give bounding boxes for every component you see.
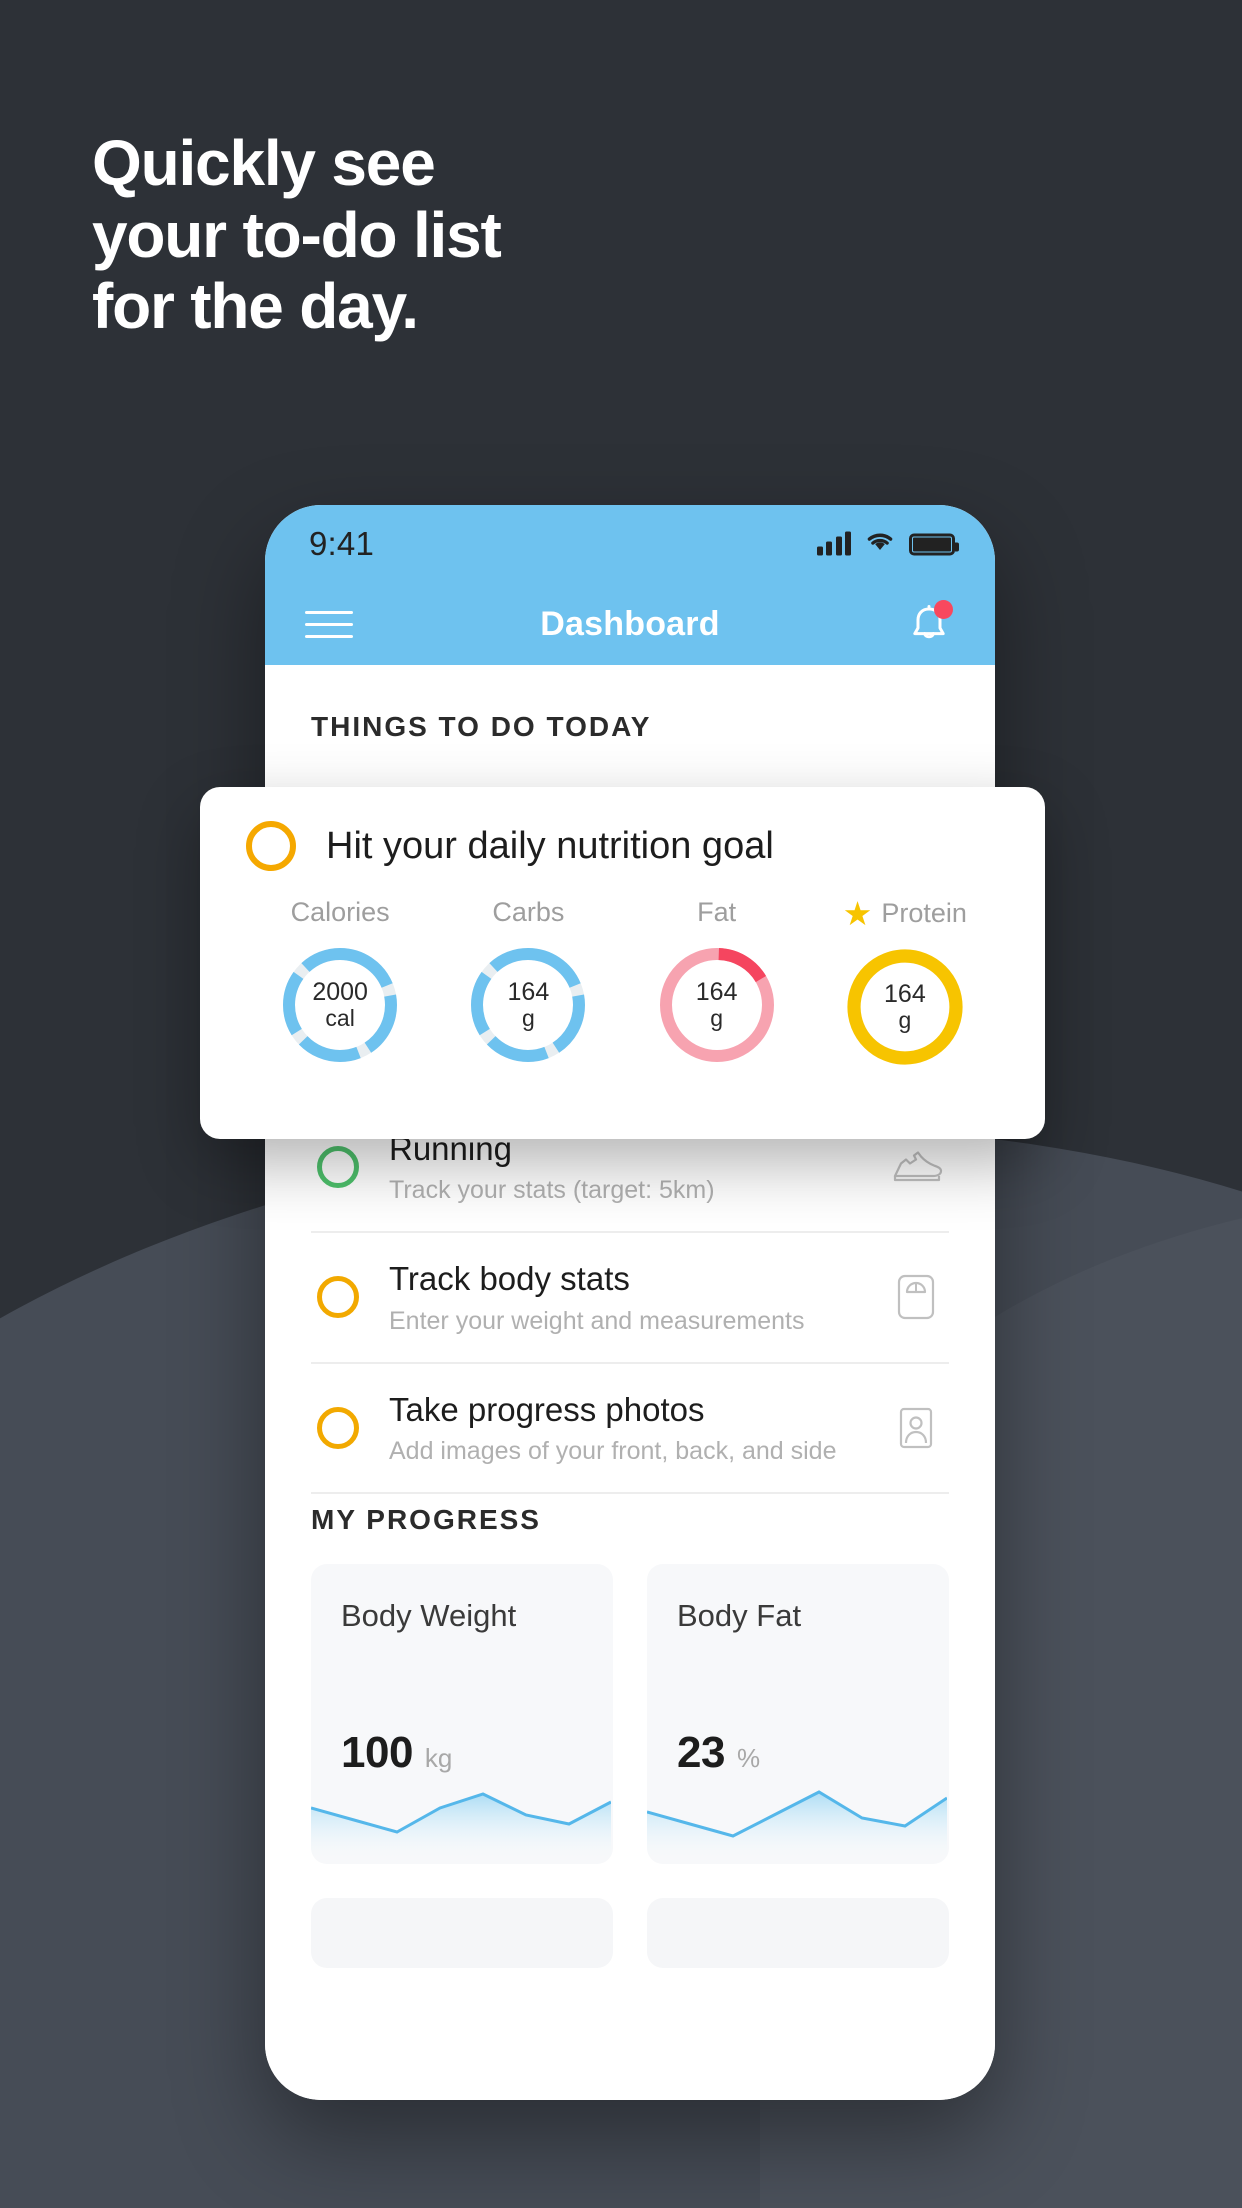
progress-card-title: Body Weight (341, 1597, 517, 1633)
app-bar: Dashboard (265, 583, 995, 665)
todo-checkbox-icon[interactable] (317, 1406, 359, 1449)
metric-value: 164 (884, 980, 926, 1009)
wifi-icon (865, 530, 895, 559)
metric-unit: g (898, 1007, 912, 1034)
cellular-bars-icon (816, 531, 851, 556)
progress-card-partial[interactable] (311, 1897, 613, 1968)
donut-value-group: 2000 cal (277, 942, 403, 1068)
list-item-subtitle: Add images of your front, back, and side (389, 1436, 837, 1465)
list-item-title: Take progress photos (389, 1390, 705, 1428)
hamburger-menu-icon[interactable] (305, 610, 353, 638)
progress-card-unit: % (736, 1742, 761, 1773)
metric-label-row: Fat (697, 897, 736, 928)
nutrition-metric-calories[interactable]: Calories 2000 cal (246, 897, 434, 1070)
metric-label: Calories (290, 897, 390, 927)
person-photo-icon (887, 1399, 945, 1457)
headline-line-1: Quickly see (92, 127, 436, 199)
headline-line-2: your to-do list (92, 198, 502, 271)
progress-card-value-group: 23 % (677, 1728, 760, 1778)
nutrition-card-header: Hit your daily nutrition goal (246, 821, 999, 871)
nutrition-metric-carbs[interactable]: Carbs 164 g (434, 897, 622, 1070)
list-item[interactable]: Track body stats Enter your weight and m… (311, 1233, 949, 1364)
progress-card-value-group: 100 kg (341, 1728, 452, 1778)
notification-badge (934, 600, 953, 619)
nutrition-metric-protein[interactable]: ★ Protein 164 g (811, 897, 999, 1070)
donut-value-group: 164 g (465, 942, 591, 1068)
todo-checkbox-icon[interactable] (317, 1146, 359, 1189)
metric-value: 2000 (312, 978, 368, 1007)
list-item-subtitle: Enter your weight and measurements (389, 1306, 805, 1335)
progress-card-body-fat[interactable]: Body Fat 23 % (647, 1563, 949, 1864)
metric-label: Carbs (492, 897, 565, 927)
nutrition-goal-card[interactable]: Hit your daily nutrition goal Calories 2… (200, 787, 1045, 1139)
nutrition-metric-fat[interactable]: Fat 164 g (623, 897, 811, 1070)
todo-list: Running Track your stats (target: 5km) T… (311, 1103, 949, 1494)
status-bar: 9:41 (265, 505, 995, 583)
phone-mockup: 9:41 Dashboard THINGS TO DO TODAY Runnin… (265, 505, 995, 2100)
donut-chart-protein: 164 g (842, 944, 968, 1070)
metric-label-row: Calories (291, 897, 390, 928)
metric-unit: g (710, 1005, 724, 1032)
section-title-progress: MY PROGRESS (311, 1503, 541, 1535)
donut-chart-carbs: 164 g (465, 942, 591, 1068)
metric-unit: g (521, 1005, 535, 1032)
nutrition-card-title: Hit your daily nutrition goal (326, 824, 774, 867)
list-item-title: Track body stats (389, 1260, 630, 1298)
todo-text: Track body stats Enter your weight and m… (389, 1259, 887, 1335)
weight-scale-icon (887, 1268, 945, 1326)
progress-card-partial[interactable] (647, 1897, 949, 1968)
app-bar-title: Dashboard (540, 604, 720, 643)
donut-chart-calories: 2000 cal (277, 942, 403, 1068)
metric-label: Protein (881, 898, 967, 928)
progress-card-body-weight[interactable]: Body Weight 100 kg (311, 1563, 613, 1864)
notifications-button[interactable] (903, 598, 955, 650)
progress-card-value: 23 (677, 1727, 725, 1777)
todo-checkbox-icon[interactable] (317, 1276, 359, 1319)
progress-card-title: Body Fat (677, 1597, 802, 1633)
progress-card-value: 100 (341, 1727, 413, 1777)
list-item[interactable]: Take progress photos Add images of your … (311, 1364, 949, 1494)
status-bar-clock: 9:41 (309, 525, 375, 562)
running-shoe-icon (887, 1138, 945, 1196)
todo-checkbox-icon[interactable] (246, 821, 296, 871)
star-icon: ★ (842, 895, 873, 932)
headline-line-3: for the day. (92, 270, 419, 343)
donut-value-group: 164 g (654, 942, 780, 1068)
donut-chart-fat: 164 g (654, 942, 780, 1068)
list-item-subtitle: Track your stats (target: 5km) (389, 1176, 715, 1205)
metric-value: 164 (695, 978, 738, 1007)
metric-label: Fat (697, 897, 737, 927)
sparkline-chart (647, 1790, 947, 1864)
metric-unit: cal (325, 1005, 355, 1032)
metric-value: 164 (507, 978, 550, 1007)
nutrition-metrics: Calories 2000 cal Carbs 164 g Fat 164 g … (246, 897, 999, 1070)
metric-label-row: ★ Protein (843, 897, 967, 930)
donut-value-group: 164 g (842, 944, 968, 1070)
progress-card-unit: kg (424, 1742, 453, 1773)
sparkline-chart (311, 1792, 611, 1864)
todo-text: Take progress photos Add images of your … (389, 1390, 887, 1466)
page-title: Quickly see your to-do list for the day. (92, 127, 502, 343)
battery-full-icon (909, 533, 959, 555)
todo-text: Running Track your stats (target: 5km) (389, 1129, 887, 1205)
progress-cards: Body Weight 100 kg Body Fat 23 % (311, 1563, 949, 1968)
metric-label-row: Carbs (492, 897, 564, 928)
section-title-todo: THINGS TO DO TODAY (311, 711, 652, 742)
status-bar-icons (816, 530, 959, 559)
